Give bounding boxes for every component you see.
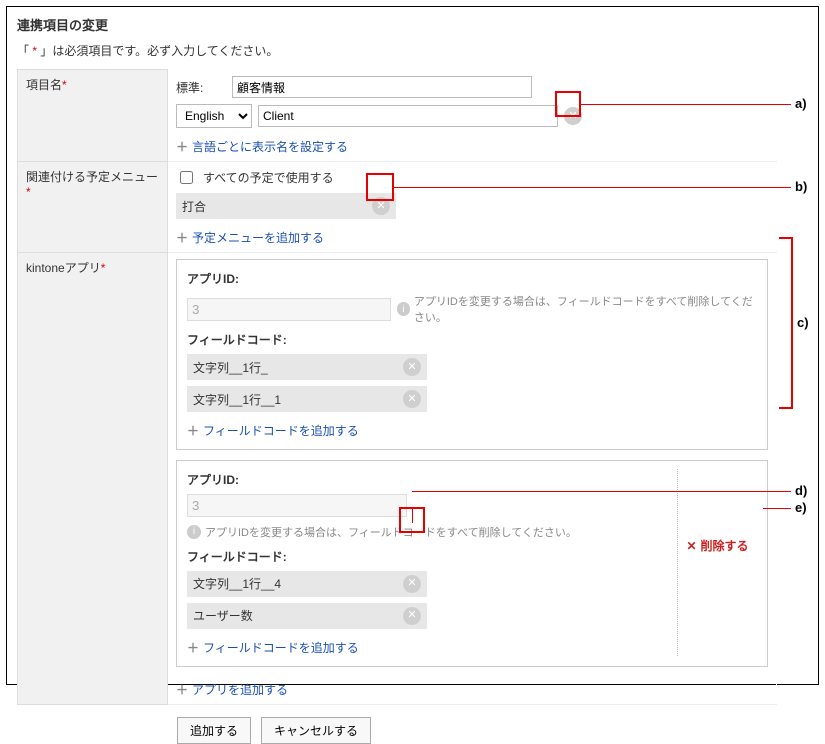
schedule-pill: 打合 ✕ <box>176 193 396 219</box>
app-box: アプリID: i アプリIDを変更する場合は、フィールドコードをすべて削除してく… <box>176 259 768 450</box>
label-schedule-menu: 関連付ける予定メニュー* <box>18 162 168 253</box>
callout-label-a: a) <box>795 96 807 111</box>
app-id-label: アプリID: <box>187 270 757 287</box>
item-name-lang-input[interactable] <box>258 105 558 127</box>
standard-label: 標準: <box>176 79 226 96</box>
app-id-label: アプリID: <box>187 471 677 488</box>
page-title: 連携項目の変更 <box>17 15 808 34</box>
field-code-pill: 文字列__1行__1 ✕ <box>187 386 427 412</box>
field-code-pill: 文字列__1行__4 ✕ <box>187 571 427 597</box>
delete-app-link[interactable]: ✕ 削除する <box>686 537 748 554</box>
callout-label-d: d) <box>795 483 807 498</box>
item-name-input[interactable] <box>232 76 532 98</box>
clear-lang-icon[interactable]: ✕ <box>564 107 582 125</box>
required-note: 「 * 」は必須項目です。必ず入力してください。 <box>17 42 808 59</box>
close-icon: ✕ <box>686 539 696 553</box>
field-code-pill: 文字列__1行_ ✕ <box>187 354 427 380</box>
language-select[interactable]: English <box>176 104 252 128</box>
label-item-name: 項目名* <box>18 70 168 162</box>
clear-field-icon[interactable]: ✕ <box>403 390 421 408</box>
plus-icon: ＋ <box>187 422 199 439</box>
plus-icon: ＋ <box>176 229 188 246</box>
clear-field-icon[interactable]: ✕ <box>403 358 421 376</box>
all-schedules-checkbox[interactable] <box>180 171 193 184</box>
callout-label-c: c) <box>797 315 809 330</box>
add-field-link[interactable]: ＋ フィールドコードを追加する <box>187 639 359 656</box>
label-kintone-app: kintoneアプリ* <box>18 253 168 705</box>
add-button[interactable]: 追加する <box>177 717 251 744</box>
info-icon: i <box>187 525 201 539</box>
app-id-input <box>187 494 407 517</box>
add-app-link[interactable]: ＋ アプリを追加する <box>176 681 288 698</box>
callout-bracket-c <box>779 237 793 409</box>
plus-icon: ＋ <box>176 138 188 155</box>
app-id-hint: i アプリIDを変更する場合は、フィールドコードをすべて削除してください。 <box>187 524 577 540</box>
add-schedule-link[interactable]: ＋ 予定メニューを追加する <box>176 229 324 246</box>
plus-icon: ＋ <box>187 639 199 656</box>
field-code-label: フィールドコード: <box>187 331 757 348</box>
info-icon: i <box>397 302 410 316</box>
clear-field-icon[interactable]: ✕ <box>403 575 421 593</box>
app-box: アプリID: i アプリIDを変更する場合は、フィールドコードをすべて削除してく… <box>176 460 768 667</box>
cancel-button[interactable]: キャンセルする <box>261 717 371 744</box>
callout-label-e: e) <box>795 500 807 515</box>
callout-label-b: b) <box>795 179 807 194</box>
clear-schedule-icon[interactable]: ✕ <box>372 197 390 215</box>
clear-field-icon[interactable]: ✕ <box>403 607 421 625</box>
app-id-input <box>187 298 391 321</box>
all-schedules-label: すべての予定で使用する <box>203 169 334 186</box>
add-language-link[interactable]: ＋ 言語ごとに表示名を設定する <box>176 138 348 155</box>
field-code-label: フィールドコード: <box>187 548 677 565</box>
plus-icon: ＋ <box>176 681 188 698</box>
add-field-link[interactable]: ＋ フィールドコードを追加する <box>187 422 359 439</box>
field-code-pill: ユーザー数 ✕ <box>187 603 427 629</box>
app-id-hint: i アプリIDを変更する場合は、フィールドコードをすべて削除してください。 <box>397 293 757 325</box>
